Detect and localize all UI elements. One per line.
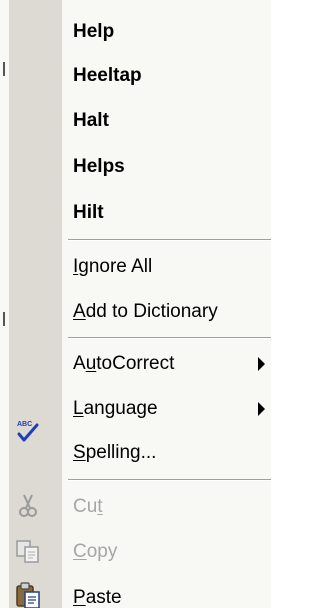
suggestion-label: Hilt (73, 202, 104, 223)
ignore-all-label: Ignore All (73, 256, 153, 277)
suggestion-hilt[interactable]: Hilt (62, 191, 271, 235)
autocorrect-submenu-item[interactable]: AutoCorrect (62, 342, 271, 386)
submenu-arrow-icon (258, 357, 265, 371)
copy-icon (14, 538, 42, 566)
suggestion-label: Heeltap (73, 65, 142, 86)
suggestion-helps[interactable]: Helps (62, 145, 271, 189)
clipboard-paste-icon (14, 582, 42, 608)
add-to-dictionary-menu-item[interactable]: Add to Dictionary (62, 290, 271, 334)
paste-menu-item[interactable]: Paste (62, 576, 271, 608)
suggestion-label: Helps (73, 156, 125, 177)
svg-text:ABC: ABC (17, 421, 32, 428)
submenu-arrow-icon (258, 402, 265, 416)
suggestion-halt[interactable]: Halt (62, 99, 271, 143)
edge-tick (3, 312, 5, 326)
spelling-label: Spelling... (73, 442, 157, 463)
menu-separator (68, 479, 271, 481)
menu-separator (68, 337, 271, 339)
suggestion-label: Halt (73, 110, 109, 131)
paste-label: Paste (73, 587, 122, 608)
copy-menu-item[interactable]: Copy (62, 530, 271, 574)
add-to-dictionary-label: Add to Dictionary (73, 301, 218, 322)
edge-tick (3, 62, 5, 76)
copy-label: Copy (73, 541, 118, 562)
cut-menu-item[interactable]: Cut (62, 485, 271, 529)
language-label: Language (73, 398, 158, 419)
ignore-all-menu-item[interactable]: Ignore All (62, 245, 271, 289)
menu-separator (68, 239, 271, 241)
scissors-icon (14, 492, 42, 520)
spelling-check-icon: ABC (14, 417, 42, 445)
suggestion-heeltap[interactable]: Heeltap (62, 54, 271, 98)
context-menu: Help Heeltap Halt Helps Hilt Ignore All … (0, 0, 271, 608)
left-edge (0, 0, 9, 608)
suggestion-help[interactable]: Help (62, 10, 271, 54)
spelling-menu-item[interactable]: Spelling... (62, 431, 271, 475)
language-submenu-item[interactable]: Language (62, 387, 271, 431)
cut-label: Cut (73, 496, 103, 517)
autocorrect-label: AutoCorrect (73, 353, 175, 374)
suggestion-label: Help (73, 21, 115, 42)
